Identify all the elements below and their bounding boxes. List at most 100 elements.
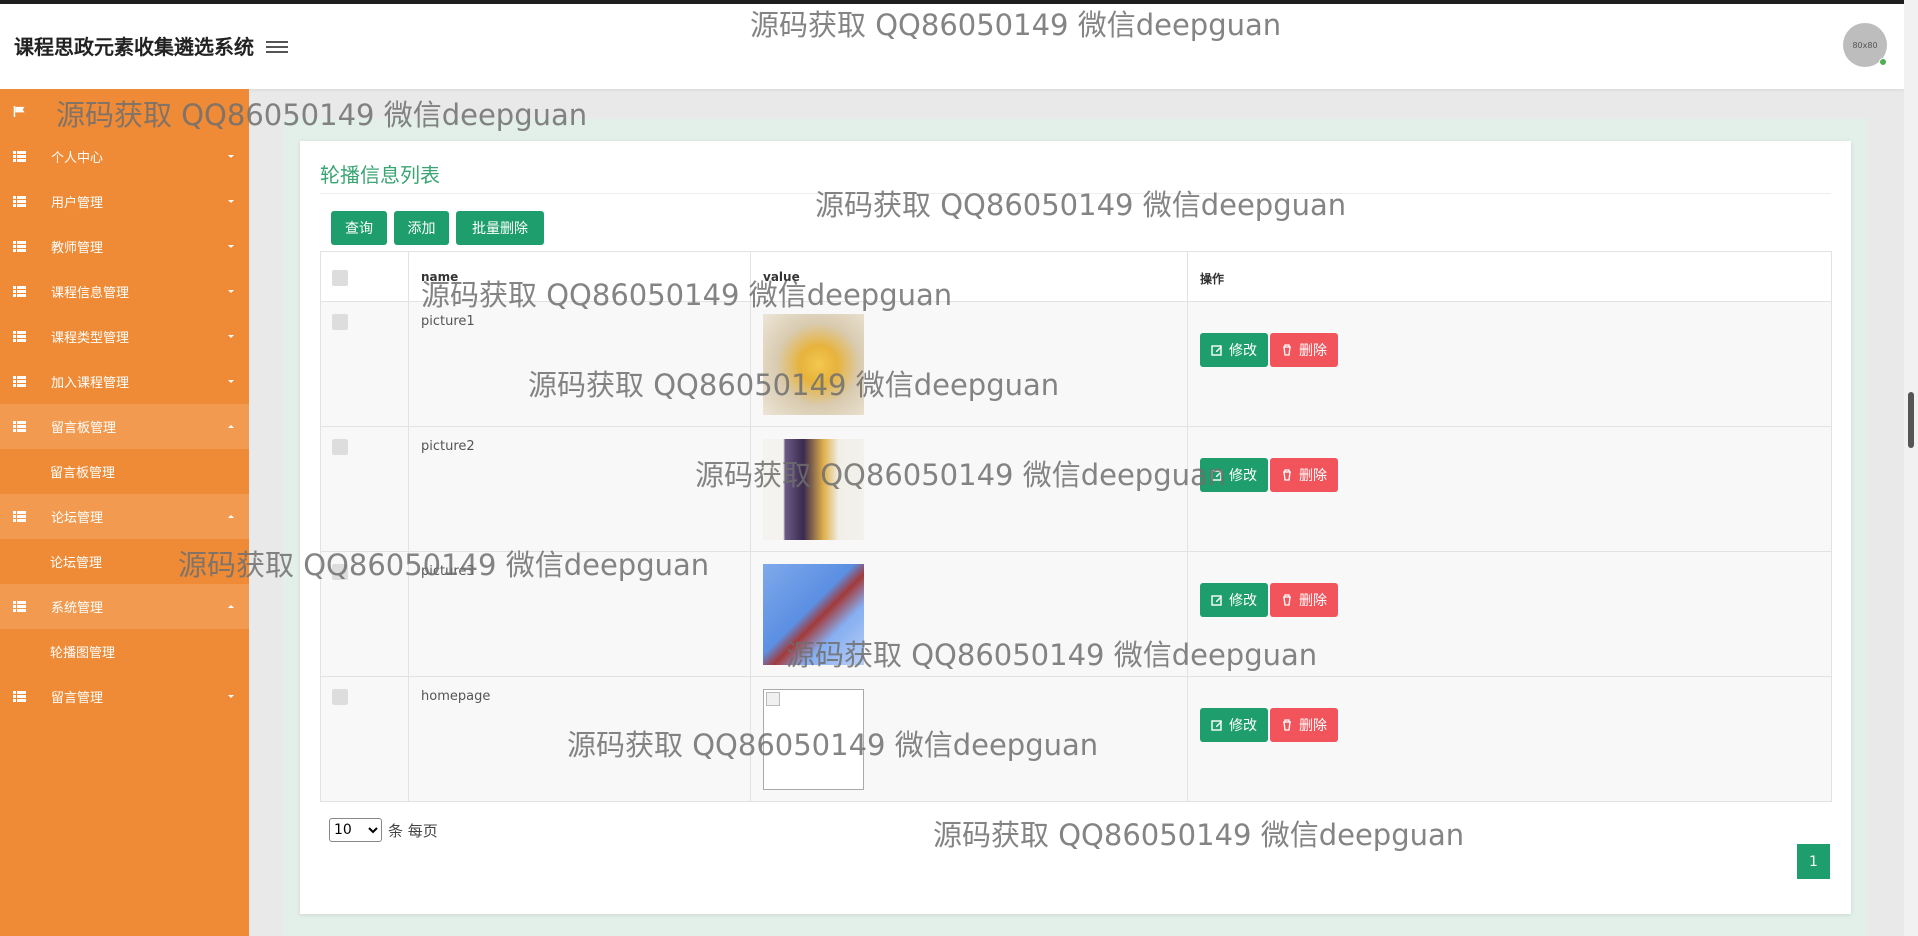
list-icon <box>13 151 26 162</box>
page-size-select[interactable]: 10 <box>329 818 382 842</box>
edit-button[interactable]: 修改 <box>1200 458 1268 492</box>
delete-button[interactable]: 删除 <box>1270 583 1338 617</box>
edit-label: 修改 <box>1229 718 1257 734</box>
sidebar-item-forum[interactable]: 论坛管理 <box>0 494 249 539</box>
row-checkbox[interactable] <box>332 314 348 330</box>
delete-button[interactable]: 删除 <box>1270 708 1338 742</box>
carousel-image <box>763 314 864 415</box>
trash-icon <box>1283 719 1291 731</box>
add-button[interactable]: 添加 <box>394 211 449 245</box>
app-title: 课程思政元素收集遴选系统 <box>14 35 254 59</box>
sidebar: 个人中心 用户管理 教师管理 课程信息管理 课程类型管理 加入课程管理 留言板管… <box>0 89 249 936</box>
sidebar-item-teachers[interactable]: 教师管理 <box>0 224 249 269</box>
sidebar-subitem-carousel[interactable]: 轮播图管理 <box>0 629 249 674</box>
edit-button[interactable]: 修改 <box>1200 333 1268 367</box>
chevron-down-icon <box>228 290 234 293</box>
sidebar-item-course-info[interactable]: 课程信息管理 <box>0 269 249 314</box>
chevron-down-icon <box>228 380 234 383</box>
sidebar-item-label: 系统管理 <box>51 601 104 616</box>
sidebar-item-home[interactable] <box>0 89 249 134</box>
table-row: picture2 修改 删除 <box>320 426 1832 552</box>
trash-icon <box>1283 594 1291 606</box>
delete-button[interactable]: 删除 <box>1270 458 1338 492</box>
sidebar-item-messages[interactable]: 留言管理 <box>0 674 249 719</box>
column-header-name: name <box>408 251 751 302</box>
value-cell <box>750 301 1188 427</box>
actions-cell: 修改 删除 <box>1187 426 1832 552</box>
row-select-cell <box>320 551 409 677</box>
table-row: picture1 修改 删除 <box>320 301 1832 427</box>
edit-label: 修改 <box>1229 343 1257 359</box>
table-row: picture3 修改 删除 <box>320 551 1832 677</box>
scrollbar[interactable] <box>1904 0 1918 936</box>
sidebar-item-course-types[interactable]: 课程类型管理 <box>0 314 249 359</box>
batch-delete-button[interactable]: 批量删除 <box>456 211 544 245</box>
sidebar-item-label: 留言板管理 <box>51 421 117 436</box>
select-all-cell <box>320 251 409 302</box>
chevron-up-icon <box>228 605 234 608</box>
sidebar-item-personal-center[interactable]: 个人中心 <box>0 134 249 179</box>
sidebar-subitem-message-board[interactable]: 留言板管理 <box>0 449 249 494</box>
chevron-down-icon <box>228 245 234 248</box>
edit-label: 修改 <box>1229 593 1257 609</box>
chevron-up-icon <box>228 515 234 518</box>
row-checkbox[interactable] <box>332 439 348 455</box>
page-number-button[interactable]: 1 <box>1797 844 1830 879</box>
edit-icon <box>1211 470 1222 481</box>
list-icon <box>13 241 26 252</box>
carousel-image <box>763 564 864 665</box>
row-select-cell <box>320 426 409 552</box>
scrollbar-thumb[interactable] <box>1908 392 1914 448</box>
table-header-row: name value 操作 <box>320 251 1832 302</box>
sidebar-item-message-board[interactable]: 留言板管理 <box>0 404 249 449</box>
page-size-suffix: 条 每页 <box>388 821 438 840</box>
value-cell <box>750 426 1188 552</box>
actions-cell: 修改 删除 <box>1187 551 1832 677</box>
row-select-cell <box>320 676 409 802</box>
trash-icon <box>1283 344 1291 356</box>
list-icon <box>13 601 26 612</box>
sidebar-item-users[interactable]: 用户管理 <box>0 179 249 224</box>
edit-icon <box>1211 720 1222 731</box>
delete-label: 删除 <box>1299 718 1327 734</box>
name-cell: homepage <box>408 676 751 802</box>
chevron-down-icon <box>228 155 234 158</box>
list-icon <box>13 421 26 432</box>
delete-label: 删除 <box>1299 343 1327 359</box>
edit-label: 修改 <box>1229 468 1257 484</box>
chevron-down-icon <box>228 695 234 698</box>
table-row: homepage 修改 删除 <box>320 676 1832 802</box>
sidebar-item-label: 个人中心 <box>51 151 104 166</box>
sidebar-item-label: 用户管理 <box>51 196 104 211</box>
query-button[interactable]: 查询 <box>331 211 387 245</box>
chevron-up-icon <box>228 425 234 428</box>
chevron-down-icon <box>228 335 234 338</box>
flag-icon <box>13 106 25 117</box>
sidebar-item-join-course[interactable]: 加入课程管理 <box>0 359 249 404</box>
sidebar-item-label: 教师管理 <box>51 241 104 256</box>
trash-icon <box>1283 469 1291 481</box>
list-icon <box>13 286 26 297</box>
online-status-dot <box>1879 58 1887 66</box>
row-checkbox[interactable] <box>332 689 348 705</box>
hamburger-menu-icon[interactable] <box>266 38 288 56</box>
list-icon <box>13 376 26 387</box>
sidebar-item-label: 留言管理 <box>51 691 104 706</box>
sidebar-item-label: 论坛管理 <box>51 511 104 526</box>
broken-image-icon <box>766 692 780 706</box>
header: 课程思政元素收集遴选系统 <box>0 4 1904 89</box>
carousel-image <box>763 439 864 540</box>
carousel-list-card: 轮播信息列表 查询 添加 批量删除 name value 操作 picture1… <box>300 141 1851 914</box>
actions-cell: 修改 删除 <box>1187 301 1832 427</box>
edit-button[interactable]: 修改 <box>1200 583 1268 617</box>
column-header-value: value <box>750 251 1188 302</box>
carousel-table: name value 操作 picture1 修改 删除 picture2 修改删… <box>320 251 1832 802</box>
sidebar-subitem-forum[interactable]: 论坛管理 <box>0 539 249 584</box>
select-all-checkbox[interactable] <box>332 270 348 286</box>
sidebar-item-label: 课程类型管理 <box>51 331 130 346</box>
row-checkbox[interactable] <box>332 564 348 580</box>
broken-image <box>763 689 864 790</box>
edit-button[interactable]: 修改 <box>1200 708 1268 742</box>
sidebar-item-system[interactable]: 系统管理 <box>0 584 249 629</box>
delete-button[interactable]: 删除 <box>1270 333 1338 367</box>
